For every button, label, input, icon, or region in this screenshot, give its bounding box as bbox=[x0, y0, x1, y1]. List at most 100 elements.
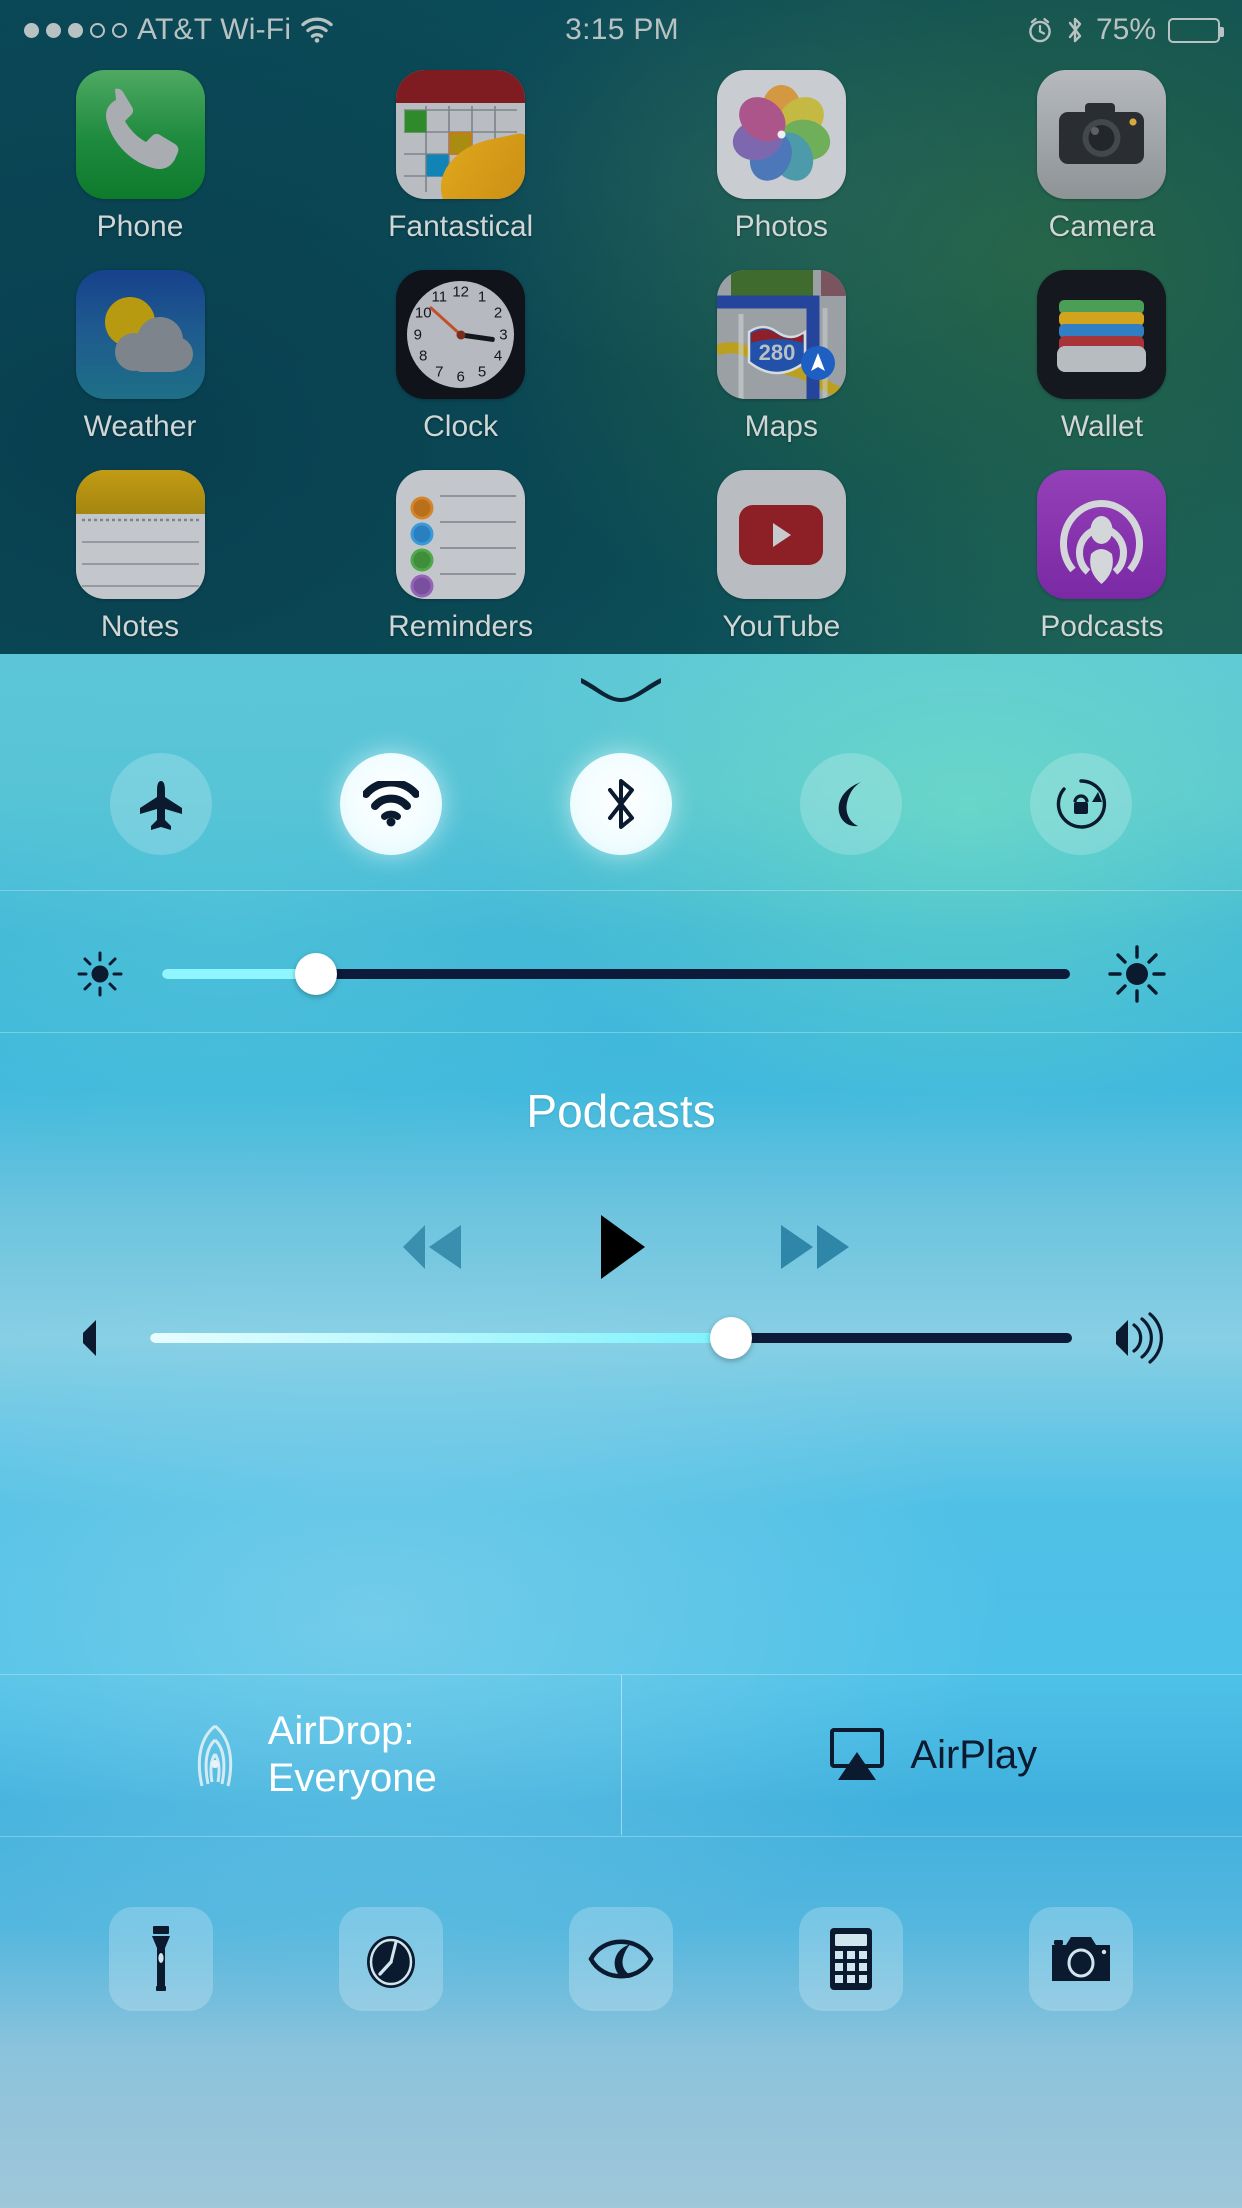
app-label: Camera bbox=[1048, 210, 1156, 243]
flashlight-shortcut[interactable] bbox=[109, 1907, 213, 2011]
camera-icon bbox=[1048, 1931, 1114, 1987]
app-label: Wallet bbox=[1060, 410, 1144, 443]
app-maps[interactable]: 280 Maps bbox=[681, 270, 881, 444]
app-label: Phone bbox=[96, 210, 184, 243]
airdrop-airplay-row: AirDrop: Everyone AirPlay bbox=[0, 1675, 1242, 1835]
app-photos[interactable]: Photos bbox=[681, 70, 881, 244]
camera-shortcut[interactable] bbox=[1029, 1907, 1133, 2011]
quick-toggle-row bbox=[0, 724, 1242, 884]
app-label: Clock bbox=[423, 410, 499, 443]
wifi-icon bbox=[363, 781, 419, 827]
night-shift-shortcut[interactable] bbox=[569, 1907, 673, 2011]
volume-high-icon bbox=[1108, 1312, 1168, 1364]
airdrop-icon bbox=[184, 1716, 246, 1794]
brightness-slider[interactable] bbox=[162, 953, 1070, 995]
battery-icon bbox=[1168, 17, 1225, 43]
app-reminders[interactable]: Reminders bbox=[361, 470, 561, 644]
volume-slider-fill bbox=[150, 1333, 731, 1343]
brightness-slider-fill bbox=[162, 969, 317, 979]
app-label: Notes bbox=[100, 610, 180, 643]
moon-icon bbox=[827, 778, 875, 830]
cellular-signal-dots bbox=[24, 22, 127, 38]
app-fantastical[interactable]: Fantastical bbox=[361, 70, 561, 244]
bluetooth-icon bbox=[603, 775, 639, 833]
phone-icon bbox=[75, 70, 205, 199]
bluetooth-toggle[interactable] bbox=[570, 753, 672, 855]
timer-shortcut[interactable] bbox=[339, 1907, 443, 2011]
flashlight-icon bbox=[144, 1924, 178, 1994]
app-wallet[interactable]: Wallet bbox=[1002, 270, 1202, 444]
play-button[interactable] bbox=[591, 1211, 651, 1283]
status-bar-left: AT&T Wi-Fi bbox=[0, 13, 565, 47]
youtube-play-icon bbox=[716, 470, 846, 599]
signal-dot bbox=[112, 22, 127, 38]
app-weather[interactable]: Weather bbox=[40, 270, 240, 444]
app-label: Fantastical bbox=[388, 210, 534, 243]
airplane-mode-toggle[interactable] bbox=[110, 753, 212, 855]
maps-icon: 280 bbox=[716, 270, 846, 399]
status-bar: AT&T Wi-Fi 3:15 PM 75% bbox=[0, 0, 1242, 60]
clock-face-icon: 12 1 2 3 4 5 6 7 8 9 10 11 bbox=[396, 270, 526, 399]
calculator-icon bbox=[827, 1926, 875, 1992]
app-label: Maps bbox=[744, 410, 818, 443]
signal-dot bbox=[68, 22, 83, 38]
iphone-screen: AT&T Wi-Fi 3:15 PM 75% Phone Fantastical… bbox=[0, 0, 1242, 2208]
alarm-clock-icon bbox=[1026, 16, 1054, 44]
status-bar-right: 75% bbox=[679, 13, 1242, 47]
airplay-button[interactable]: AirPlay bbox=[622, 1675, 1242, 1835]
airdrop-line1: AirDrop: bbox=[267, 1708, 415, 1753]
wallet-cards-icon bbox=[1037, 270, 1167, 399]
media-transport-controls bbox=[0, 1207, 1242, 1287]
app-camera[interactable]: Camera bbox=[1002, 70, 1202, 244]
app-phone[interactable]: Phone bbox=[40, 70, 240, 244]
status-bar-center: 3:15 PM bbox=[565, 13, 679, 47]
control-center-panel: Podcasts AirDrop: Everyone AirPlay bbox=[0, 654, 1242, 2208]
app-label: Photos bbox=[734, 210, 829, 243]
signal-dot bbox=[46, 22, 61, 38]
app-label: Weather bbox=[83, 410, 197, 443]
timer-icon bbox=[360, 1926, 422, 1992]
signal-dot bbox=[24, 22, 39, 38]
battery-percent-label: 75% bbox=[1095, 13, 1157, 46]
notes-icon bbox=[75, 470, 205, 599]
fast-forward-button[interactable] bbox=[769, 1216, 859, 1278]
rewind-button[interactable] bbox=[383, 1216, 473, 1278]
home-screen-icon-grid: Phone Fantastical Photos Camera Weather … bbox=[0, 70, 1242, 670]
app-podcasts[interactable]: Podcasts bbox=[1002, 470, 1202, 644]
reminders-icon bbox=[396, 470, 526, 599]
airdrop-button[interactable]: AirDrop: Everyone bbox=[0, 1675, 621, 1835]
app-notes[interactable]: Notes bbox=[40, 470, 240, 644]
volume-low-icon bbox=[74, 1315, 114, 1361]
volume-slider[interactable] bbox=[150, 1317, 1072, 1359]
wifi-toggle[interactable] bbox=[340, 753, 442, 855]
brightness-high-icon bbox=[1106, 943, 1168, 1005]
app-clock[interactable]: 12 1 2 3 4 5 6 7 8 9 10 11 Clock bbox=[361, 270, 561, 444]
grabber-handle[interactable] bbox=[578, 676, 664, 702]
volume-slider-knob bbox=[709, 1317, 752, 1359]
clock-face: 12 1 2 3 4 5 6 7 8 9 10 11 bbox=[407, 281, 515, 388]
status-bar-clock: 3:15 PM bbox=[565, 13, 679, 46]
podcasts-icon bbox=[1037, 470, 1167, 599]
shortcut-row bbox=[0, 1889, 1242, 2029]
carrier-label: AT&T Wi-Fi bbox=[137, 13, 292, 46]
night-shift-eye-icon bbox=[585, 1928, 657, 1990]
do-not-disturb-toggle[interactable] bbox=[800, 753, 902, 855]
airdrop-label: AirDrop: Everyone bbox=[268, 1708, 437, 1802]
brightness-slider-row bbox=[0, 926, 1242, 1022]
brightness-slider-knob bbox=[295, 953, 338, 995]
camera-icon bbox=[1037, 70, 1167, 199]
calculator-shortcut[interactable] bbox=[799, 1907, 903, 2011]
app-label: Reminders bbox=[388, 610, 534, 643]
icon-row: Weather 12 1 2 3 4 5 6 7 8 9 10 11 Clock… bbox=[40, 270, 1202, 444]
airplay-icon bbox=[826, 1726, 888, 1784]
app-youtube[interactable]: YouTube bbox=[681, 470, 881, 644]
calendar-icon bbox=[396, 70, 526, 199]
app-label: YouTube bbox=[722, 610, 841, 643]
weather-sun-cloud-icon bbox=[75, 270, 205, 399]
wifi-icon bbox=[301, 17, 333, 43]
icon-row: Phone Fantastical Photos Camera bbox=[40, 70, 1202, 244]
svg-text:280: 280 bbox=[758, 340, 795, 365]
rotation-lock-toggle[interactable] bbox=[1030, 753, 1132, 855]
now-playing-title: Podcasts bbox=[526, 1085, 716, 1137]
brightness-low-icon bbox=[74, 948, 126, 1000]
